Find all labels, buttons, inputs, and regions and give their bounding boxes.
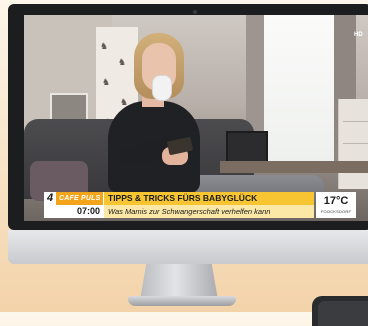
ticker-subline: Was Mamis zur Schwangerschaft verhelfen … [104,205,314,218]
ticker-headline: TIPPS & TRICKS FÜRS BABYGLÜCK [104,192,314,205]
monitor-stand [140,264,218,300]
weather-box: 17°C FOOCKSDORF [316,192,356,218]
broadcast-time: 07:00 [44,205,104,218]
scene-dresser [338,99,368,189]
scene-desk [220,161,368,173]
weather-temperature: 17°C [323,195,349,207]
deer-icon: ♞ [100,41,109,51]
monitor-chin [8,230,368,264]
deer-icon: ♞ [118,57,127,67]
scene-computer [226,131,268,163]
tv-screen: ♞ ♞ ♞ ♞ ♞ HD 4 CAFE PULS [24,15,368,221]
hd-badge: HD [354,32,363,38]
scene-window [264,15,334,165]
channel-name: CAFE PULS [56,192,104,205]
device-corner [312,296,368,326]
desktop-monitor: ♞ ♞ ♞ ♞ ♞ HD 4 CAFE PULS [8,4,368,230]
news-ticker: 4 CAFE PULS 07:00 TIPPS & TRICKS FÜRS BA… [44,192,356,219]
channel-logo: 4 CAFE PULS [44,192,104,205]
weather-location: FOOCKSDORF [320,209,352,214]
webcam-icon [193,10,197,14]
monitor-foot [128,296,236,306]
deer-icon: ♞ [102,77,111,87]
pacifier-icon [152,75,172,101]
channel-number: 4 [46,192,54,204]
